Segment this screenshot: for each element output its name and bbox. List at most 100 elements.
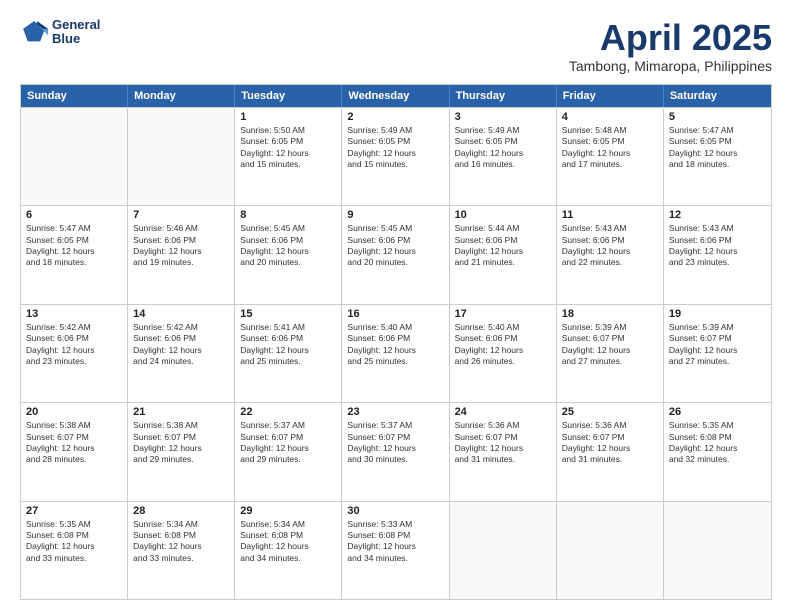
cal-cell-18: 18Sunrise: 5:39 AMSunset: 6:07 PMDayligh…	[557, 305, 664, 402]
day-number: 13	[26, 308, 122, 320]
cell-info-line: Daylight: 12 hours	[562, 443, 658, 454]
cell-info-line: Sunset: 6:06 PM	[133, 235, 229, 246]
cell-info-line: and 31 minutes.	[455, 454, 551, 465]
cell-info-line: Sunset: 6:07 PM	[240, 432, 336, 443]
month-title: April 2025	[569, 18, 772, 58]
cell-info-line: Sunset: 6:07 PM	[133, 432, 229, 443]
day-number: 8	[240, 209, 336, 221]
cell-info-line: Sunrise: 5:38 AM	[26, 420, 122, 431]
cell-info-line: Sunset: 6:06 PM	[455, 235, 551, 246]
cell-info-line: and 19 minutes.	[133, 257, 229, 268]
day-header-sunday: Sunday	[21, 85, 128, 107]
cal-cell-11: 11 Sunrise: 5:43 AMSunset: 6:06 PMDayligh…	[557, 206, 664, 303]
day-number: 5	[669, 111, 766, 123]
logo-text: General Blue	[52, 18, 100, 47]
cal-cell-empty-4-5	[557, 502, 664, 599]
calendar-row-3: 20Sunrise: 5:38 AMSunset: 6:07 PMDayligh…	[21, 402, 771, 500]
cell-info-line: Sunrise: 5:47 AM	[26, 223, 122, 234]
day-number: 14	[133, 308, 229, 320]
day-number: 7	[133, 209, 229, 221]
cell-info-line: and 32 minutes.	[669, 454, 766, 465]
cell-info-line: and 21 minutes.	[455, 257, 551, 268]
cell-info-line: and 27 minutes.	[562, 356, 658, 367]
cell-info-line: Sunrise: 5:50 AM	[240, 125, 336, 136]
cell-info-line: Sunset: 6:05 PM	[240, 136, 336, 147]
day-number: 12	[669, 209, 766, 221]
cell-info-line: and 31 minutes.	[562, 454, 658, 465]
cal-cell-6: 6Sunrise: 5:47 AMSunset: 6:05 PMDaylight…	[21, 206, 128, 303]
cell-info-line: Sunset: 6:06 PM	[562, 235, 658, 246]
day-number: 10	[455, 209, 551, 221]
cell-info-line: Sunset: 6:08 PM	[26, 530, 122, 541]
cell-info-line: Daylight: 12 hours	[240, 148, 336, 159]
calendar-header: SundayMondayTuesdayWednesdayThursdayFrid…	[21, 85, 771, 107]
cal-cell-5: 5 Sunrise: 5:47 AMSunset: 6:05 PMDaylight…	[664, 108, 771, 205]
day-header-tuesday: Tuesday	[235, 85, 342, 107]
cal-cell-10: 10Sunrise: 5:44 AMSunset: 6:06 PMDayligh…	[450, 206, 557, 303]
cell-info-line: Daylight: 12 hours	[347, 148, 443, 159]
location: Tambong, Mimaropa, Philippines	[569, 58, 772, 74]
cell-info-line: Sunset: 6:07 PM	[669, 333, 766, 344]
cell-info-line: Daylight: 12 hours	[133, 443, 229, 454]
cell-info-line: Daylight: 12 hours	[669, 443, 766, 454]
day-number: 9	[347, 209, 443, 221]
day-header-thursday: Thursday	[450, 85, 557, 107]
cell-info-line: Sunset: 6:05 PM	[455, 136, 551, 147]
cell-info-line: Sunset: 6:06 PM	[347, 235, 443, 246]
cell-info-line: Sunset: 6:08 PM	[347, 530, 443, 541]
cell-info-line: Sunset: 6:07 PM	[347, 432, 443, 443]
cell-info-line: and 25 minutes.	[240, 356, 336, 367]
cell-info-line: Sunset: 6:05 PM	[669, 136, 766, 147]
cal-cell-1: 1Sunrise: 5:50 AMSunset: 6:05 PMDaylight…	[235, 108, 342, 205]
cal-cell-23: 23Sunrise: 5:37 AMSunset: 6:07 PMDayligh…	[342, 403, 449, 500]
day-number: 25	[562, 406, 658, 418]
day-number: 11	[562, 209, 658, 221]
cell-info-line: Daylight: 12 hours	[669, 148, 766, 159]
cell-info-line: and 30 minutes.	[347, 454, 443, 465]
cal-cell-2: 2Sunrise: 5:49 AMSunset: 6:05 PMDaylight…	[342, 108, 449, 205]
cell-info-line: Sunrise: 5:46 AM	[133, 223, 229, 234]
cal-cell-empty-4-4	[450, 502, 557, 599]
day-number: 26	[669, 406, 766, 418]
day-number: 18	[562, 308, 658, 320]
cell-info-line: Sunrise: 5:47 AM	[669, 125, 766, 136]
cell-info-line: Sunrise: 5:43 AM	[669, 223, 766, 234]
calendar-row-2: 13Sunrise: 5:42 AMSunset: 6:06 PMDayligh…	[21, 304, 771, 402]
cell-info-line: Sunset: 6:07 PM	[26, 432, 122, 443]
cell-info-line: and 20 minutes.	[240, 257, 336, 268]
cell-info-line: Sunrise: 5:40 AM	[347, 322, 443, 333]
cell-info-line: Sunset: 6:06 PM	[133, 333, 229, 344]
title-block: April 2025 Tambong, Mimaropa, Philippine…	[569, 18, 772, 74]
cell-info-line: Daylight: 12 hours	[455, 246, 551, 257]
cell-info-line: and 34 minutes.	[347, 553, 443, 564]
day-number: 27	[26, 505, 122, 517]
cell-info-line: Daylight: 12 hours	[562, 246, 658, 257]
cal-cell-13: 13Sunrise: 5:42 AMSunset: 6:06 PMDayligh…	[21, 305, 128, 402]
cal-cell-empty-0-1	[128, 108, 235, 205]
cell-info-line: and 29 minutes.	[133, 454, 229, 465]
cell-info-line: Sunset: 6:05 PM	[26, 235, 122, 246]
cell-info-line: Sunrise: 5:49 AM	[455, 125, 551, 136]
cell-info-line: Sunset: 6:08 PM	[133, 530, 229, 541]
cell-info-line: Sunrise: 5:45 AM	[347, 223, 443, 234]
cell-info-line: Sunrise: 5:33 AM	[347, 519, 443, 530]
cell-info-line: Sunrise: 5:48 AM	[562, 125, 658, 136]
cal-cell-empty-4-6	[664, 502, 771, 599]
cell-info-line: Sunset: 6:06 PM	[347, 333, 443, 344]
cal-cell-21: 21Sunrise: 5:38 AMSunset: 6:07 PMDayligh…	[128, 403, 235, 500]
logo-line2: Blue	[52, 32, 100, 46]
cell-info-line: and 29 minutes.	[240, 454, 336, 465]
cell-info-line: and 15 minutes.	[240, 159, 336, 170]
cell-info-line: and 16 minutes.	[455, 159, 551, 170]
cell-info-line: Sunrise: 5:43 AM	[562, 223, 658, 234]
day-number: 4	[562, 111, 658, 123]
cell-info-line: and 34 minutes.	[240, 553, 336, 564]
cell-info-line: Sunrise: 5:39 AM	[669, 322, 766, 333]
cell-info-line: Sunrise: 5:45 AM	[240, 223, 336, 234]
day-number: 24	[455, 406, 551, 418]
day-number: 29	[240, 505, 336, 517]
cell-info-line: Daylight: 12 hours	[26, 443, 122, 454]
cell-info-line: Sunset: 6:07 PM	[562, 432, 658, 443]
cal-cell-25: 25Sunrise: 5:36 AMSunset: 6:07 PMDayligh…	[557, 403, 664, 500]
cell-info-line: Sunrise: 5:37 AM	[347, 420, 443, 431]
